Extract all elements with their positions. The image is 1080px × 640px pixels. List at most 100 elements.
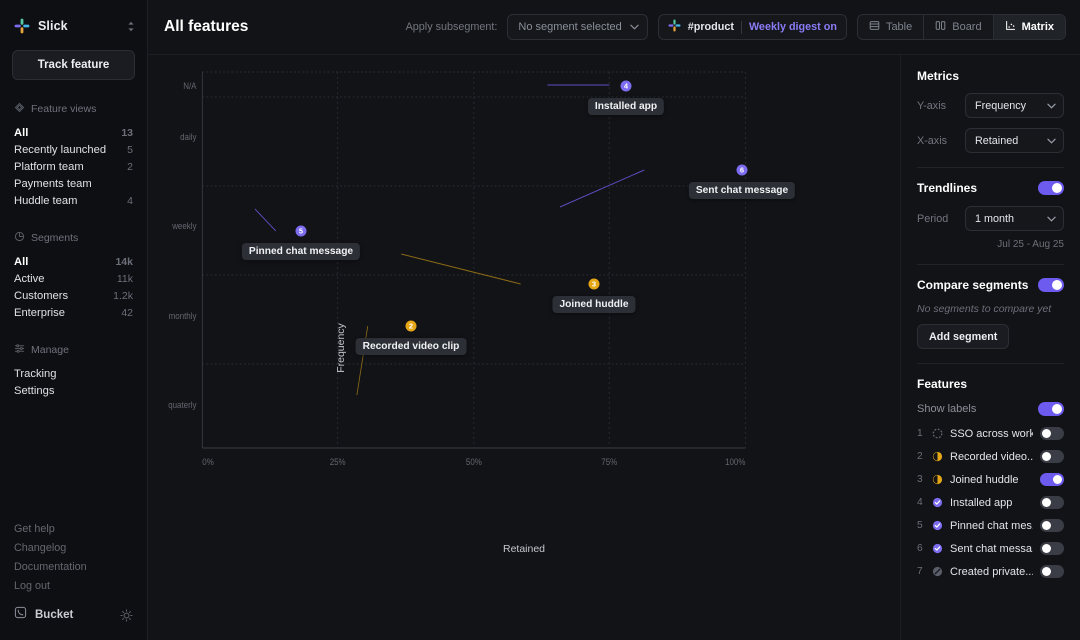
feature-toggle-6[interactable]	[1040, 542, 1064, 555]
tab-matrix[interactable]: Matrix	[994, 15, 1065, 39]
sliders-icon	[14, 343, 25, 357]
data-point-2[interactable]: 2	[405, 320, 418, 333]
svg-text:monthly: monthly	[169, 310, 197, 321]
nav-count: 14k	[115, 256, 133, 268]
compare-segments-toggle[interactable]	[1038, 278, 1064, 292]
y-axis-label: Y-axis	[917, 100, 965, 112]
right-panel: Metrics Y-axis Frequency X-axis Retained	[900, 55, 1080, 640]
main-area: All features Apply subsegment: No segmen…	[148, 0, 1080, 640]
sidebar-item-payments-team[interactable]: Payments team	[0, 175, 147, 192]
data-point-6[interactable]: 6	[736, 164, 749, 177]
sidebar-item-tracking[interactable]: Tracking	[0, 365, 147, 382]
sidebar-item-settings[interactable]: Settings	[0, 382, 147, 399]
compare-segments-note: No segments to compare yet	[917, 303, 1064, 315]
feature-toggle-4[interactable]	[1040, 496, 1064, 509]
section-title: Feature views	[31, 103, 96, 115]
tab-label: Matrix	[1022, 21, 1054, 33]
content-area: N/A daily weekly monthly quaterly 0% 25%…	[148, 55, 1080, 640]
trendlines-title: Trendlines	[917, 181, 977, 195]
sidebar-item-segment-all[interactable]: All 14k	[0, 253, 147, 270]
sidebar-item-recently-launched[interactable]: Recently launched 5	[0, 141, 147, 158]
feature-toggle-3[interactable]	[1040, 473, 1064, 486]
table-icon	[869, 20, 880, 34]
feature-index: 2	[917, 451, 925, 462]
sidebar-item-segment-customers[interactable]: Customers 1.2k	[0, 287, 147, 304]
feature-row-4[interactable]: 4 Installed app	[917, 491, 1064, 514]
sidebar-item-all-features[interactable]: All 13	[0, 124, 147, 141]
nav-count: 2	[127, 161, 133, 173]
sidebar-item-platform-team[interactable]: Platform team 2	[0, 158, 147, 175]
show-labels-toggle[interactable]	[1038, 402, 1064, 416]
feature-name: Pinned chat mes...	[950, 520, 1033, 532]
data-point-5[interactable]: 5	[295, 225, 308, 238]
feature-row-1[interactable]: 1 SSO across work...	[917, 422, 1064, 445]
nav-label: Enterprise	[14, 307, 65, 319]
add-segment-button[interactable]: Add segment	[917, 324, 1009, 349]
nav-label: Settings	[14, 385, 54, 397]
subsegment-label: Apply subsegment:	[406, 21, 498, 33]
subsegment-select[interactable]: No segment selected	[507, 14, 647, 40]
bucket-workspace-row[interactable]: Bucket	[0, 596, 147, 640]
half-circle-icon	[932, 451, 943, 462]
data-point-3[interactable]: 3	[588, 278, 601, 291]
y-axis-select[interactable]: Frequency	[965, 93, 1064, 118]
svg-text:25%: 25%	[330, 456, 346, 467]
feature-toggle-2[interactable]	[1040, 450, 1064, 463]
divider	[917, 264, 1064, 265]
sidebar-item-segment-active[interactable]: Active 11k	[0, 270, 147, 287]
feature-row-7[interactable]: 7 Created private...	[917, 560, 1064, 583]
slack-channel-chip[interactable]: #product Weekly digest on	[658, 14, 847, 40]
workspace-switcher[interactable]: Slick	[0, 0, 147, 44]
channel-name: #product	[688, 21, 734, 33]
x-axis-row: X-axis Retained	[917, 128, 1064, 153]
feature-toggle-7[interactable]	[1040, 565, 1064, 578]
feature-name: SSO across work...	[950, 428, 1033, 440]
trendlines-toggle[interactable]	[1038, 181, 1064, 195]
tab-table[interactable]: Table	[858, 15, 924, 39]
sidebar-item-segment-enterprise[interactable]: Enterprise 42	[0, 304, 147, 321]
weekly-digest-link[interactable]: Weekly digest on	[749, 21, 837, 33]
sidebar-item-huddle-team[interactable]: Huddle team 4	[0, 192, 147, 209]
divider	[917, 363, 1064, 364]
show-labels-row: Show labels	[917, 402, 1064, 416]
topbar-controls: Apply subsegment: No segment selected	[406, 14, 1066, 40]
feature-index: 6	[917, 543, 925, 554]
x-axis-label: X-axis	[917, 135, 965, 147]
matrix-chart: N/A daily weekly monthly quaterly 0% 25%…	[148, 55, 900, 640]
feature-name: Recorded video...	[950, 451, 1033, 463]
feature-row-2[interactable]: 2 Recorded video...	[917, 445, 1064, 468]
svg-text:N/A: N/A	[183, 80, 196, 91]
feature-row-5[interactable]: 5 Pinned chat mes...	[917, 514, 1064, 537]
chevron-updown-icon[interactable]	[127, 21, 135, 32]
section-title: Segments	[31, 232, 78, 244]
period-label: Period	[917, 213, 965, 225]
feature-toggle-5[interactable]	[1040, 519, 1064, 532]
nav-label: All	[14, 256, 28, 268]
footer-link-log-out[interactable]: Log out	[0, 577, 147, 596]
slack-logo-icon	[14, 18, 30, 34]
sun-icon[interactable]	[120, 609, 133, 622]
period-row: Period 1 month	[917, 206, 1064, 231]
track-feature-button[interactable]: Track feature	[12, 50, 135, 80]
period-select[interactable]: 1 month	[965, 206, 1064, 231]
nav-count: 4	[127, 195, 133, 207]
feature-row-3[interactable]: 3 Joined huddle	[917, 468, 1064, 491]
y-axis-row: Y-axis Frequency	[917, 93, 1064, 118]
nav-count: 42	[121, 307, 133, 319]
matrix-icon	[1005, 20, 1016, 34]
footer-link-get-help[interactable]: Get help	[0, 520, 147, 539]
y-axis-title: Frequency	[335, 323, 347, 373]
feature-row-6[interactable]: 6 Sent chat messa...	[917, 537, 1064, 560]
footer-link-documentation[interactable]: Documentation	[0, 558, 147, 577]
tab-board[interactable]: Board	[924, 15, 993, 39]
feature-toggle-1[interactable]	[1040, 427, 1064, 440]
footer-link-changelog[interactable]: Changelog	[0, 539, 147, 558]
features-title: Features	[917, 377, 1064, 391]
x-axis-select[interactable]: Retained	[965, 128, 1064, 153]
view-switcher: Table Board	[857, 14, 1066, 40]
data-point-4[interactable]: 4	[620, 80, 633, 93]
chevron-down-icon	[1047, 135, 1056, 147]
compare-segments-header: Compare segments	[917, 278, 1064, 292]
nav-count: 1.2k	[113, 290, 133, 302]
check-circle-icon	[932, 497, 943, 508]
